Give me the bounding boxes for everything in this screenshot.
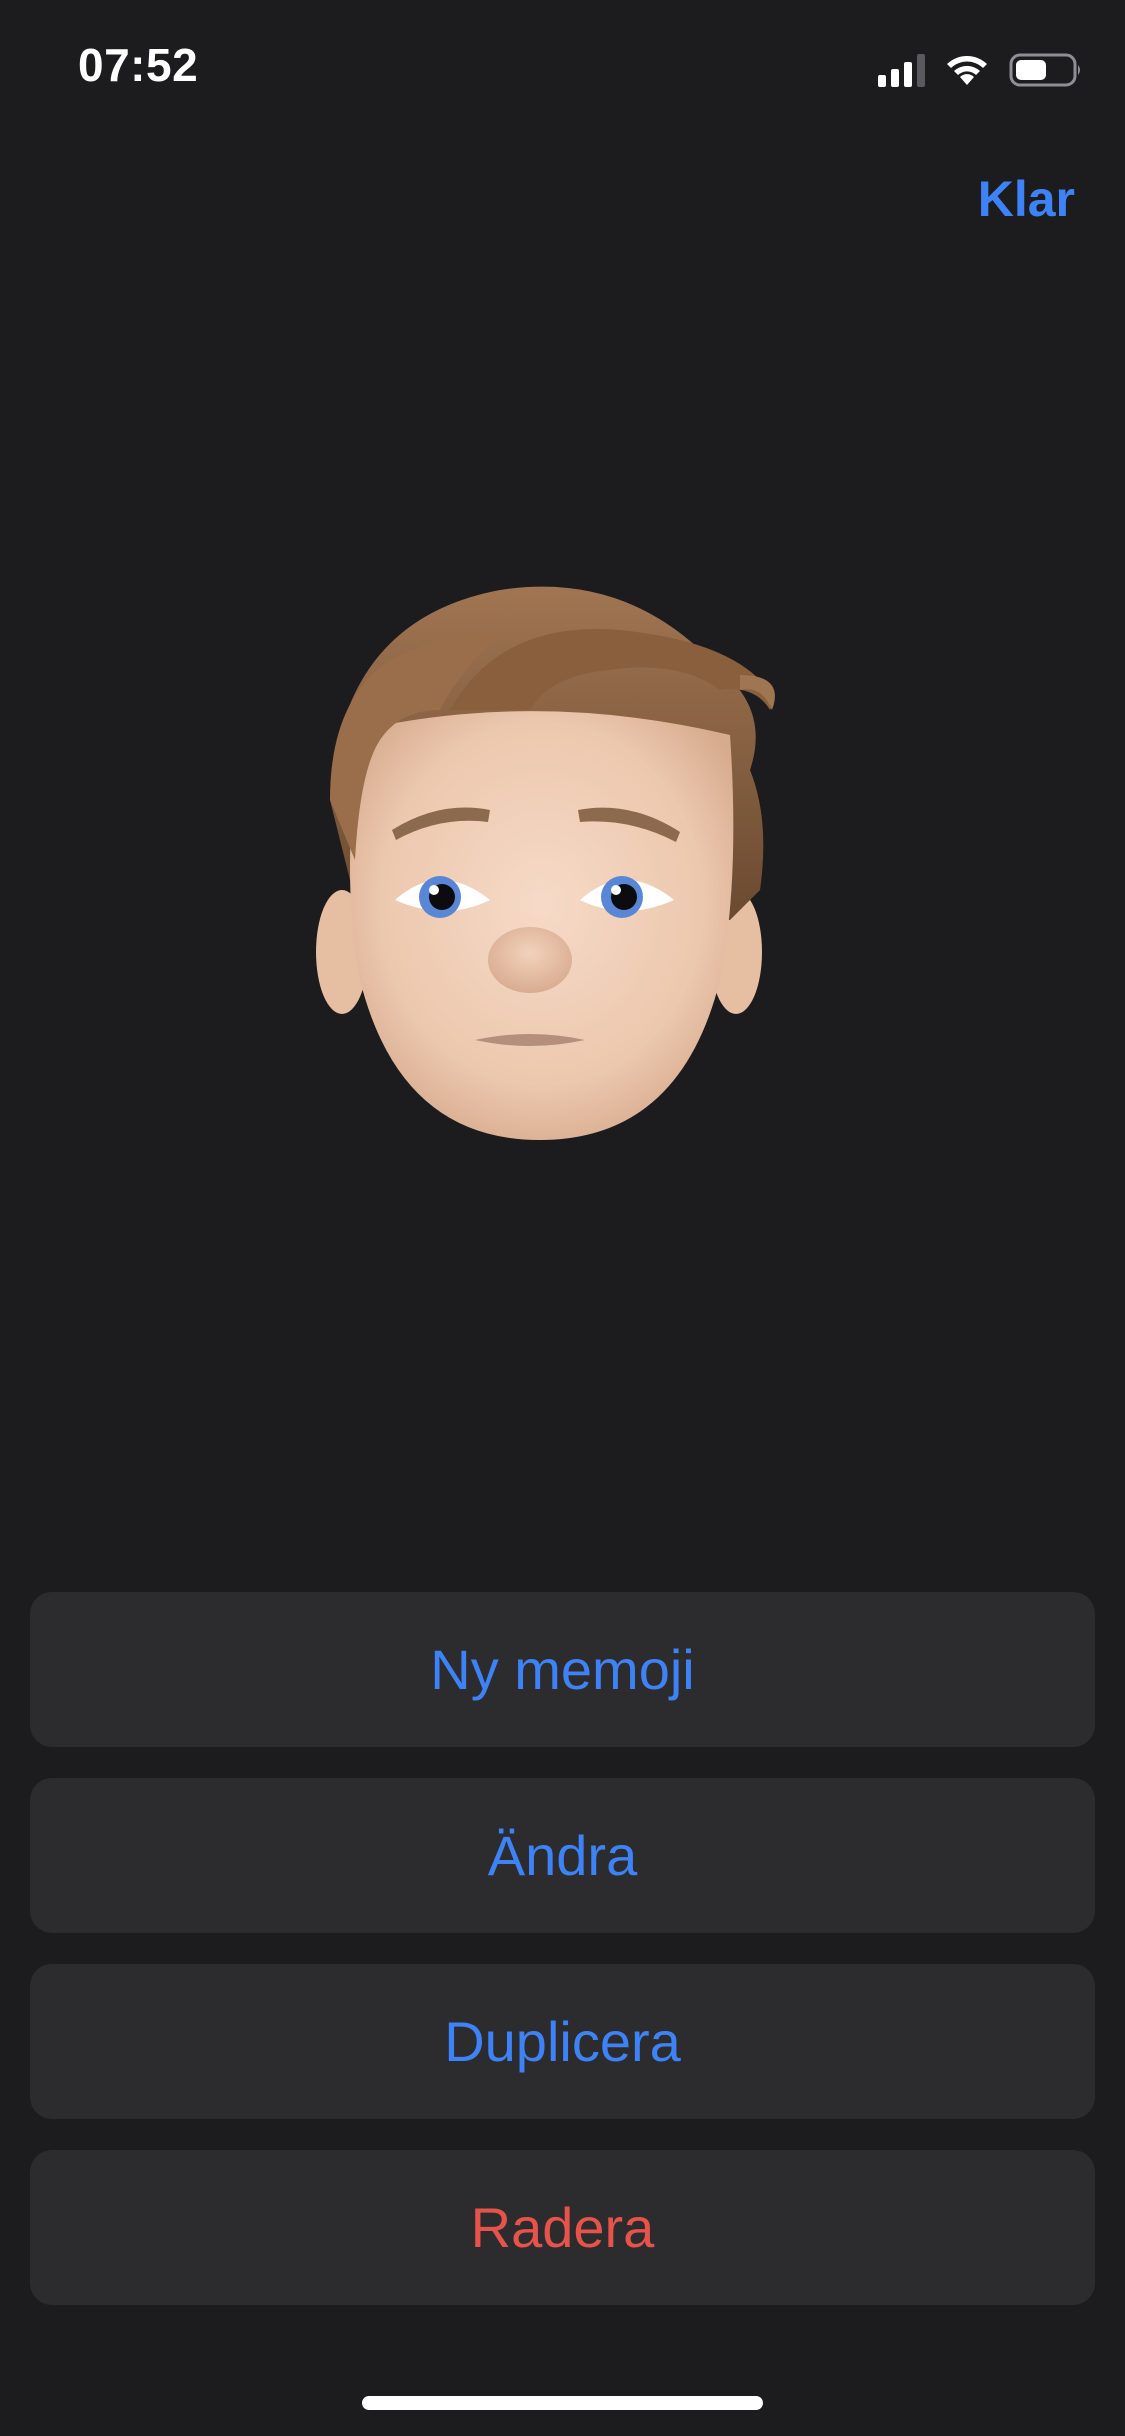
home-indicator[interactable]: [362, 2396, 763, 2410]
delete-label: Radera: [470, 2196, 655, 2259]
duplicate-label: Duplicera: [444, 2010, 681, 2073]
status-time: 07:52: [78, 39, 199, 91]
duplicate-button[interactable]: Duplicera: [30, 1964, 1095, 2119]
wifi-icon: [947, 56, 987, 85]
new-memoji-button[interactable]: Ny memoji: [30, 1592, 1095, 1747]
delete-button[interactable]: Radera: [30, 2150, 1095, 2305]
edit-button[interactable]: Ändra: [30, 1778, 1095, 1933]
new-memoji-label: Ny memoji: [430, 1638, 695, 1701]
memoji-avatar: [300, 560, 780, 1160]
done-button[interactable]: Klar: [978, 170, 1075, 228]
action-list: Ny memoji Ändra Duplicera Radera: [30, 1592, 1095, 2336]
memoji-avatar-image: [316, 586, 775, 1140]
battery-icon: [1009, 53, 1080, 87]
edit-label: Ändra: [487, 1824, 638, 1887]
nav-bar: Klar: [0, 150, 1125, 250]
status-icons: [878, 50, 1083, 90]
status-bar: 07:52: [0, 0, 1125, 140]
cellular-signal-icon: [878, 53, 925, 87]
